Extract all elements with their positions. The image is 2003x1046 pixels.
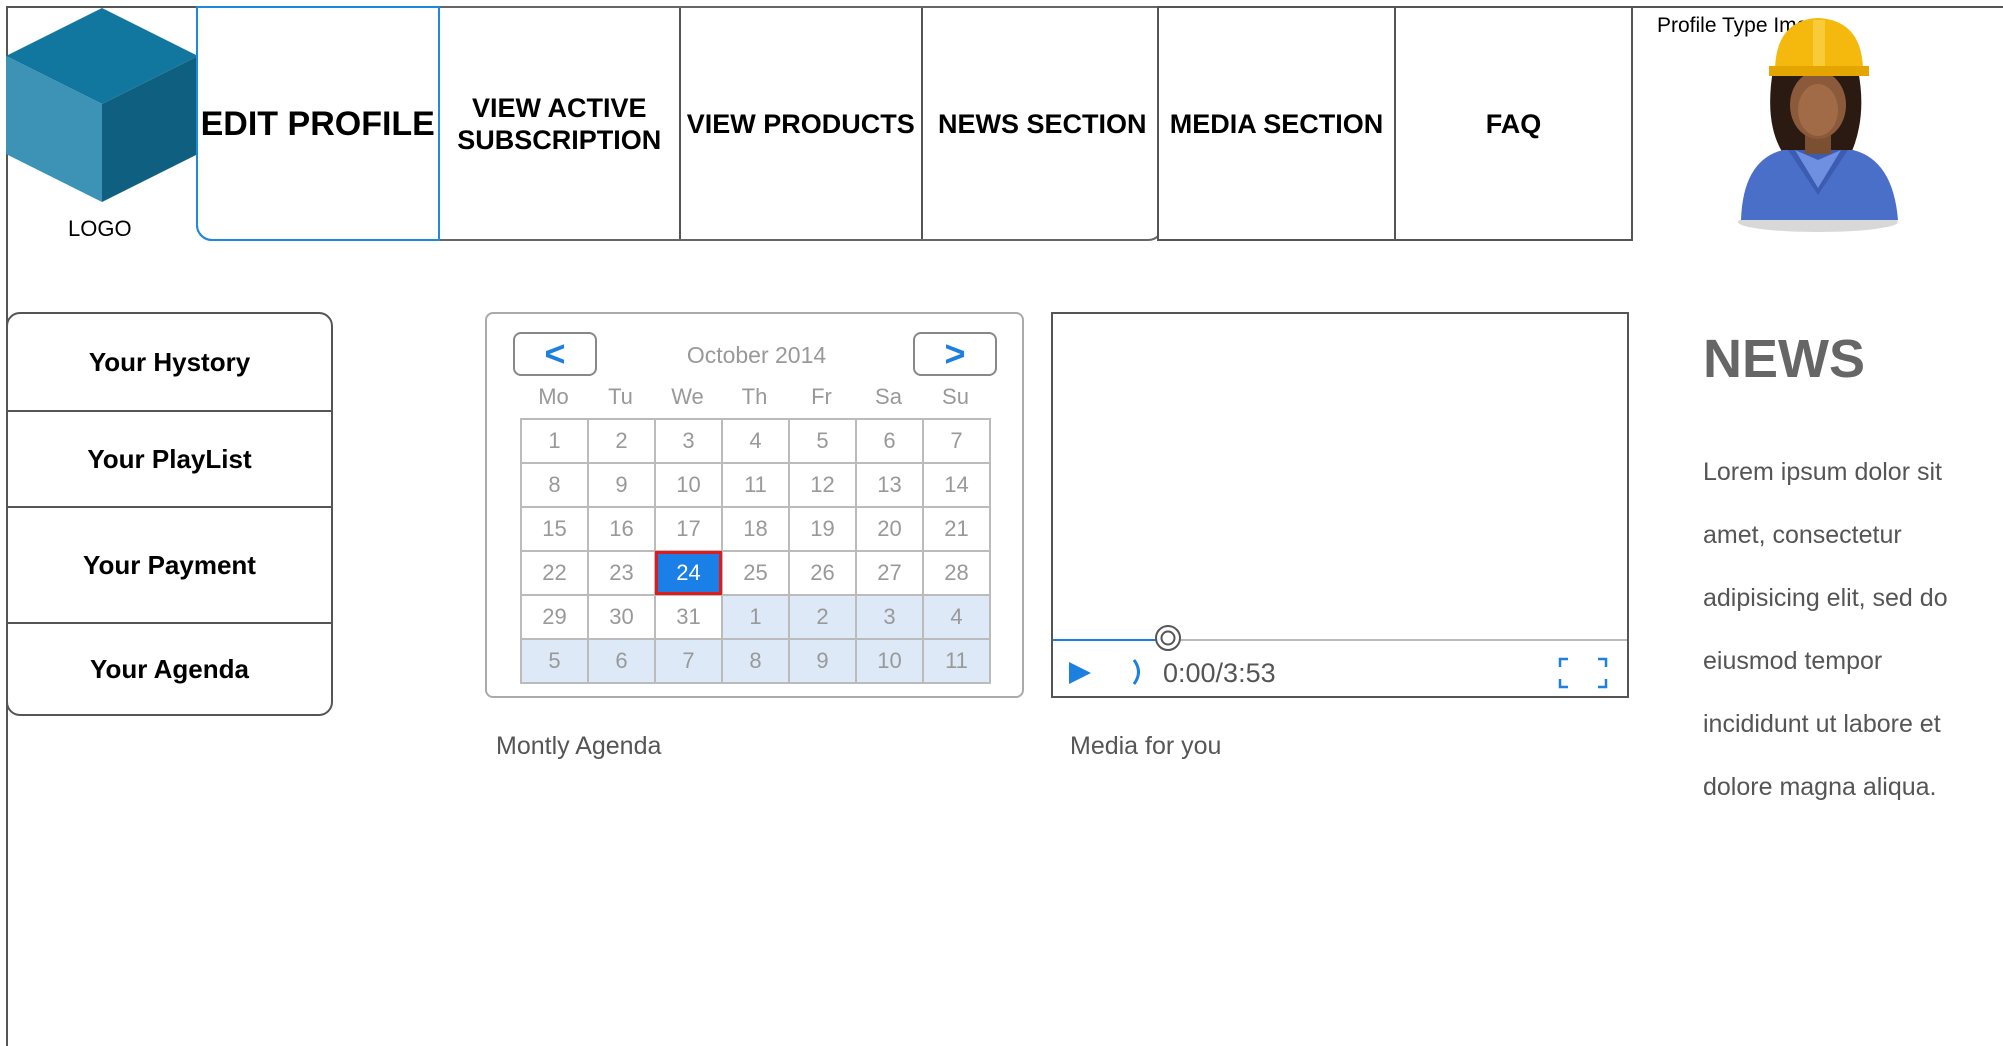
calendar-day-grid: 1 2 3 4 5 6 7 8 9 10 11 12 13 14 15 16 1… [520,418,991,684]
nav-view-active-subscription[interactable]: VIEW ACTIVE SUBSCRIPTION [440,8,681,239]
calendar-day[interactable]: 30 [587,594,656,640]
sidebar-item-payment[interactable]: Your Payment [8,508,331,624]
calendar-day[interactable]: 5 [788,418,857,464]
calendar-day[interactable]: 20 [855,506,924,552]
play-icon[interactable] [1067,658,1093,688]
calendar-day[interactable]: 12 [788,462,857,508]
media-progress-bar[interactable] [1053,625,1627,651]
nav-group-secondary: MEDIA SECTION FAQ [1157,6,1633,241]
calendar-day-next-month[interactable]: 4 [922,594,991,640]
calendar-week: 1 2 3 4 5 6 7 [520,418,991,464]
calendar-day[interactable]: 1 [520,418,589,464]
calendar-day[interactable]: 6 [855,418,924,464]
nav-view-products[interactable]: VIEW PRODUCTS [681,8,923,239]
calendar-next-button[interactable]: > [913,332,997,376]
calendar-day-next-month[interactable]: 3 [855,594,924,640]
sidebar-item-history[interactable]: Your Hystory [8,314,331,412]
news-body: Lorem ipsum dolor sit amet, consectetur … [1703,458,1948,801]
calendar-day-selected[interactable]: 24 [654,550,723,596]
calendar-day[interactable]: 21 [922,506,991,552]
calendar-weekday-header: Mo Tu We Th Fr Sa Su [520,384,989,410]
calendar-day[interactable]: 11 [721,462,790,508]
media-progress-fill [1053,639,1168,641]
weekday-label: Fr [811,384,832,409]
calendar-day[interactable]: 17 [654,506,723,552]
sidebar-item-playlist[interactable]: Your PlayList [8,412,331,508]
calendar-week: 5 6 7 8 9 10 11 [520,638,991,684]
calendar-day-next-month[interactable]: 2 [788,594,857,640]
calendar-week: 15 16 17 18 19 20 21 [520,506,991,552]
calendar-day[interactable]: 29 [520,594,589,640]
nav-news-section[interactable]: NEWS SECTION [923,8,1163,239]
weekday-label: Th [741,384,768,409]
calendar-day[interactable]: 16 [587,506,656,552]
calendar-caption: Montly Agenda [496,732,662,760]
calendar-day[interactable]: 15 [520,506,589,552]
calendar-day-next-month[interactable]: 1 [721,594,790,640]
calendar-day-next-month[interactable]: 9 [788,638,857,684]
profile-avatar[interactable] [1733,10,1903,235]
calendar-day[interactable]: 10 [654,462,723,508]
weekday-label: Sa [875,384,902,409]
calendar-day[interactable]: 25 [721,550,790,596]
logo[interactable]: LOGO [6,6,198,241]
calendar-day[interactable]: 28 [922,550,991,596]
volume-icon[interactable] [1129,654,1149,690]
media-time-readout: 0:00/3:53 [1163,658,1276,688]
calendar-day-next-month[interactable]: 11 [922,638,991,684]
calendar-day-next-month[interactable]: 8 [721,638,790,684]
calendar-day[interactable]: 23 [587,550,656,596]
calendar-day-next-month[interactable]: 5 [520,638,589,684]
media-caption: Media for you [1070,732,1222,760]
nav-edit-profile[interactable]: EDIT PROFILE [196,6,440,241]
calendar-day[interactable]: 13 [855,462,924,508]
cube-logo-icon [6,8,198,202]
calendar-day[interactable]: 14 [922,462,991,508]
calendar-day[interactable]: 26 [788,550,857,596]
weekday-label: Su [942,384,969,409]
calendar-day[interactable]: 7 [922,418,991,464]
calendar-day[interactable]: 2 [587,418,656,464]
calendar-day[interactable]: 27 [855,550,924,596]
calendar-day[interactable]: 22 [520,550,589,596]
calendar-week: 29 30 31 1 2 3 4 [520,594,991,640]
fullscreen-icon[interactable] [1558,657,1608,689]
worker-avatar-icon [1738,18,1898,232]
news-title: NEWS [1703,329,1865,389]
sidebar-menu: Your Hystory Your PlayList Your Payment … [6,312,333,716]
weekday-label: Tu [608,384,633,409]
media-player[interactable]: 0:00/3:53 [1051,312,1629,698]
calendar-widget: < October 2014 > Mo Tu We Th Fr Sa Su 1 … [485,312,1024,698]
logo-label: LOGO [68,216,132,241]
progress-knob-icon[interactable] [1154,624,1182,652]
nav-group-main: EDIT PROFILE VIEW ACTIVE SUBSCRIPTION VI… [196,6,1164,241]
calendar-day[interactable]: 9 [587,462,656,508]
calendar-day-next-month[interactable]: 10 [855,638,924,684]
weekday-label: Mo [538,384,569,409]
nav-media-section[interactable]: MEDIA SECTION [1159,8,1396,239]
calendar-day[interactable]: 3 [654,418,723,464]
calendar-day[interactable]: 4 [721,418,790,464]
sidebar-item-agenda[interactable]: Your Agenda [8,624,331,714]
weekday-label: We [671,384,704,409]
calendar-week: 22 23 24 25 26 27 28 [520,550,991,596]
calendar-day[interactable]: 19 [788,506,857,552]
calendar-day[interactable]: 8 [520,462,589,508]
calendar-day-next-month[interactable]: 6 [587,638,656,684]
calendar-week: 8 9 10 11 12 13 14 [520,462,991,508]
calendar-day[interactable]: 18 [721,506,790,552]
nav-faq[interactable]: FAQ [1396,8,1631,239]
calendar-day[interactable]: 31 [654,594,723,640]
calendar-day-next-month[interactable]: 7 [654,638,723,684]
